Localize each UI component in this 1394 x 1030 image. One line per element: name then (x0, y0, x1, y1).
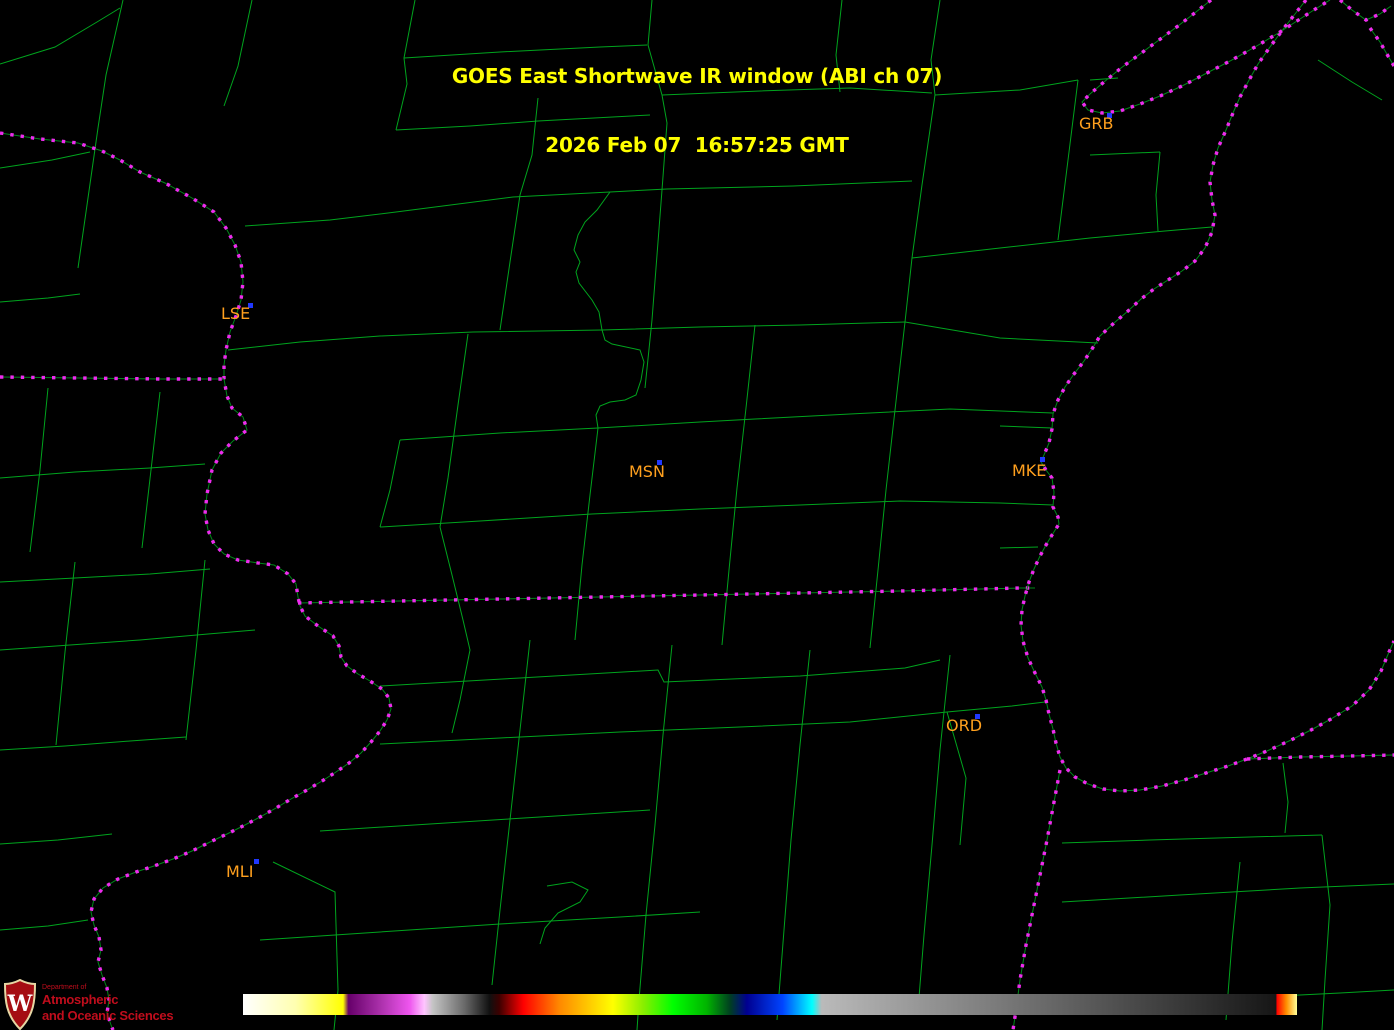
state-border-sturgeon-bay-shore-1 (1340, 0, 1391, 20)
county-boundary-line (947, 702, 1045, 712)
city-marker-dot-mli (254, 859, 259, 864)
county-boundary-line (0, 294, 80, 302)
svg-text:W: W (7, 991, 33, 1017)
county-boundary-line (0, 464, 205, 478)
county-boundary-line (30, 388, 48, 552)
county-boundary-line (0, 737, 186, 750)
county-boundary-line (320, 810, 650, 831)
county-boundary-line (228, 330, 602, 350)
state-border-underline-mississippi-river (0, 133, 391, 1030)
state-border-mi-in-border (1247, 755, 1394, 759)
city-label-mke: MKE (1012, 463, 1046, 479)
city-label-lse: LSE (221, 306, 250, 322)
city-label-ord: ORD (946, 718, 982, 734)
city-label-mli: MLI (226, 864, 253, 880)
city-label-msn: MSN (629, 464, 665, 480)
county-boundary-line (870, 322, 905, 648)
county-boundary-line (1062, 835, 1322, 843)
satellite-image-viewer: { "title": { "line1": "GOES East Shortwa… (0, 0, 1394, 1030)
county-boundary-line (0, 920, 88, 930)
county-boundary-line (905, 322, 1098, 343)
county-boundary-line (440, 527, 470, 733)
logo-text: Department of Atmospheric and Oceanic Sc… (42, 979, 173, 1030)
uw-crest-icon: W (3, 979, 37, 1030)
county-boundary-line (260, 912, 700, 940)
uw-aos-logo: W Department of Atmospheric and Oceanic … (3, 979, 173, 1030)
county-boundary-line (0, 630, 255, 650)
county-boundary-line (575, 428, 598, 640)
image-title: GOES East Shortwave IR window (ABI ch 07… (0, 19, 1394, 180)
temperature-colorbar (243, 994, 1297, 1015)
county-boundary-line (574, 192, 644, 428)
county-boundary-line (637, 645, 672, 1030)
county-boundary-line (1000, 547, 1038, 548)
county-boundary-line (1283, 763, 1288, 833)
logo-dept-line: Department of (42, 984, 173, 992)
county-boundary-line (380, 501, 1053, 527)
county-boundary-line (1062, 884, 1394, 902)
county-boundary-line (245, 181, 912, 226)
state-border-mississippi-river (0, 133, 391, 1030)
county-boundary-line (1000, 426, 1052, 428)
county-boundary-line (912, 227, 1212, 258)
state-border-underline-il-in-border (1013, 770, 1060, 1030)
county-boundary-line (56, 562, 75, 745)
county-boundary-line (400, 409, 1053, 440)
county-boundary-line (777, 650, 810, 1020)
county-boundary-line (1322, 835, 1330, 1030)
county-boundary-line (540, 882, 588, 944)
logo-line-1: Atmospheric (42, 992, 173, 1008)
county-boundary-line (0, 569, 210, 582)
title-line-2: 2026 Feb 07 16:57:25 GMT (0, 134, 1394, 157)
title-line-1: GOES East Shortwave IR window (ABI ch 07… (0, 65, 1394, 88)
county-boundary-line (0, 834, 112, 844)
county-boundary-line (918, 655, 950, 1010)
logo-line-2: and Oceanic Sciences (42, 1008, 173, 1024)
county-boundary-line (186, 560, 205, 740)
county-boundary-line (142, 392, 160, 548)
county-boundary-line (722, 325, 755, 645)
county-boundary-line (380, 440, 400, 527)
county-boundary-line (602, 322, 905, 330)
county-boundary-line (440, 334, 468, 527)
county-boundary-line (492, 640, 530, 985)
